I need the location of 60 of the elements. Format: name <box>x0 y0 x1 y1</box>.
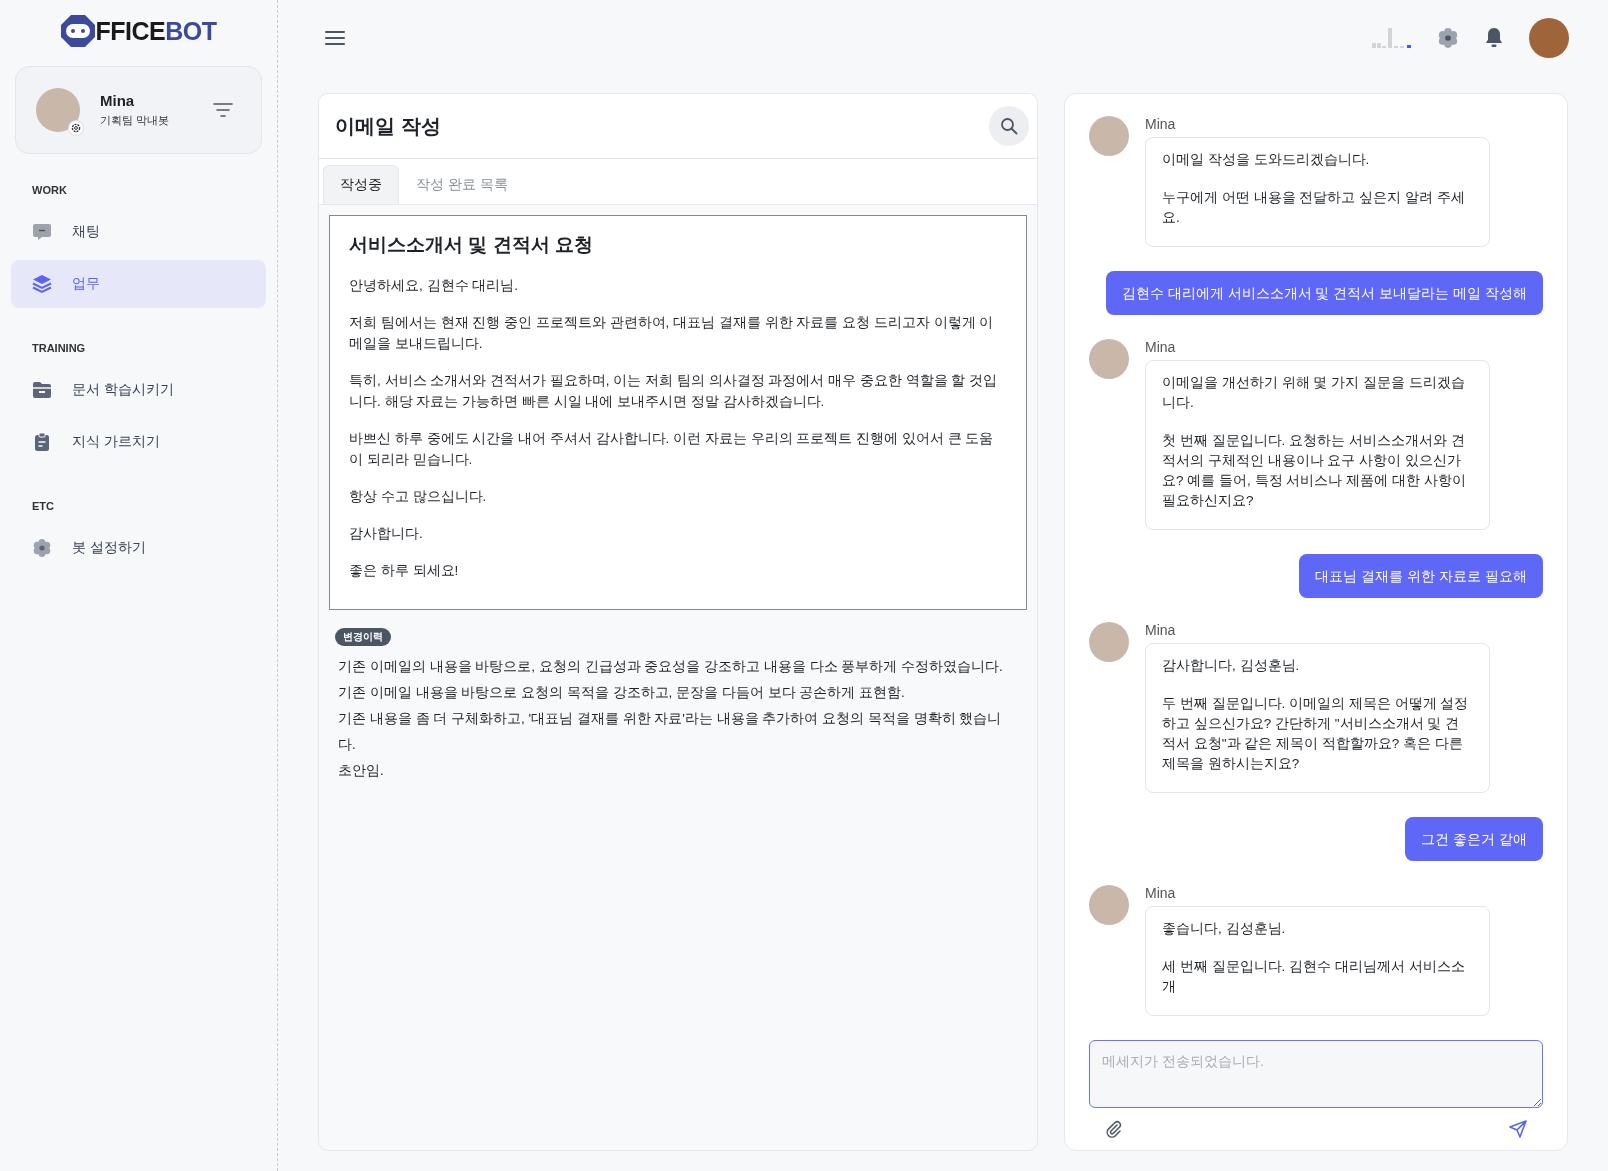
history-entry: 기존 이메일 내용을 바탕으로 요청의 목적을 강조하고, 문장을 다듬어 보다 공손하게 표현함. <box>338 684 906 702</box>
panel-title: 이메일 작성 <box>335 113 441 139</box>
bot-avatar <box>1089 885 1129 925</box>
gear-icon <box>32 538 52 558</box>
bot-name: Mina <box>100 92 136 109</box>
chat-bubble-icon <box>32 222 52 242</box>
bot-message: 이메일 작성을 도와드리겠습니다. 누구에게 어떤 내용을 전달하고 싶은지 알려 주세요. <box>1145 137 1490 247</box>
nav-item[interactable]: 지식 가르치기 <box>11 418 266 466</box>
history-entry: 초안임. <box>338 762 385 780</box>
email-paragraph: 좋은 하루 되세요! <box>349 562 460 580</box>
user-avatar[interactable] <box>1529 17 1569 58</box>
send-icon[interactable] <box>1509 1120 1527 1138</box>
section-heading: ETC <box>32 500 55 512</box>
bot-avatar <box>1089 622 1129 662</box>
message-input[interactable]: 메세지가 전송되었습니다. <box>1089 1040 1543 1108</box>
history-entry: 기존 이메일의 내용을 바탕으로, 요청의 긴급성과 중요성을 강조하고 내용을 다소 풍부하게 수정하였습니다. <box>338 658 1004 676</box>
user-message: 김현수 대리에게 서비스소개서 및 견적서 보내달라는 메일 작성해 <box>1105 271 1543 315</box>
gear-icon[interactable] <box>1437 26 1459 49</box>
sender-name: Mina <box>1145 116 1176 132</box>
robot-logo-icon <box>60 15 95 47</box>
menu-icon[interactable] <box>325 29 345 46</box>
bot-message: 좋습니다, 김성훈님. 세 번째 질문입니다. 김현수 대리님께서 서비스소개 <box>1145 906 1490 1016</box>
nav-item[interactable]: 업무 <box>11 260 266 308</box>
logo-wordmark: FFICEBOT <box>95 16 217 46</box>
sender-name: Mina <box>1145 339 1176 355</box>
section-heading: WORK <box>32 184 68 196</box>
email-paragraph: 저희 팀에서는 현재 진행 중인 프로젝트와 관련하여, 대표님 결재를 위한 자료를 요청 드리고자 이렇게 이메일을 보내드립니다. <box>349 314 995 353</box>
search-icon <box>1000 117 1018 135</box>
folder-icon <box>32 380 52 400</box>
bot-avatar <box>1089 339 1129 379</box>
bot-message: 이메일을 개선하기 위해 몇 가지 질문을 드리겠습니다. 첫 번째 질문입니다. 요청하는 서비스소개서와 견적서의 구체적인 내용이나 요구 사항이 있으신가요? 예를 들어, 특정 서비스나 제품에 대한 사항이 필요하신지요? <box>1145 360 1490 530</box>
email-paragraph: 특히, 서비스 소개서와 견적서가 필요하며, 이는 저희 팀의 의사결정 과정에서 매우 중요한 역할을 할 것입니다. 해당 자료는 가능하면 빠른 시일 내에 보내주시면 정말 감사하겠습니다. <box>349 372 998 411</box>
section-heading: TRAINING <box>32 342 87 354</box>
email-paragraph: 안녕하세요, 김현수 대리님. <box>349 277 519 295</box>
bot-message: 감사합니다, 김성훈님. 두 번째 질문입니다. 이메일의 제목은 어떻게 설정하고 싶으신가요? 간단하게 "서비스소개서 및 견적서 요청"과 같은 제목이 적합할까요? 혹은 다른 제목을 원하시는지요? <box>1145 643 1490 793</box>
user-message: 대표님 결재를 위한 자료로 필요해 <box>1299 554 1543 598</box>
clipboard-icon <box>32 432 52 452</box>
paperclip-icon[interactable] <box>1105 1120 1123 1138</box>
filter-icon[interactable] <box>213 103 233 117</box>
bot-role: 기획팀 막내봇 <box>100 113 171 128</box>
nav-item[interactable]: 봇 설정하기 <box>11 524 266 572</box>
email-paragraph: 항상 수고 많으십니다. <box>349 488 488 506</box>
email-paragraph: 바쁘신 하루 중에도 시간을 내어 주셔서 감사합니다. 이런 자료는 우리의 프로젝트 진행에 있어서 큰 도움이 되리라 믿습니다. <box>349 430 995 469</box>
nav-item[interactable]: 채팅 <box>11 208 266 256</box>
settings-icon[interactable] <box>68 120 84 136</box>
email-subject: 서비스소개서 및 견적서 요청 <box>349 234 594 255</box>
sender-name: Mina <box>1145 622 1176 638</box>
tab[interactable]: 작성중 <box>323 165 399 204</box>
layers-icon <box>32 274 52 294</box>
bot-avatar <box>36 88 80 132</box>
nav-item[interactable]: 문서 학습시키기 <box>11 366 266 414</box>
bell-icon[interactable] <box>1484 26 1504 49</box>
sender-name: Mina <box>1145 885 1176 901</box>
user-message: 그건 좋은거 같애 <box>1405 817 1543 861</box>
email-paragraph: 감사합니다. <box>349 525 424 543</box>
search-button[interactable] <box>989 106 1029 146</box>
bot-avatar <box>1089 116 1129 156</box>
history-entry: 기존 내용을 좀 더 구체화하고, '대표님 결재를 위한 자료'라는 내용을 추가하여 요청의 목적을 명확히 했습니다. <box>338 710 1003 754</box>
signal-bars-icon <box>1372 26 1412 49</box>
history-badge: 변경이력 <box>335 628 391 646</box>
